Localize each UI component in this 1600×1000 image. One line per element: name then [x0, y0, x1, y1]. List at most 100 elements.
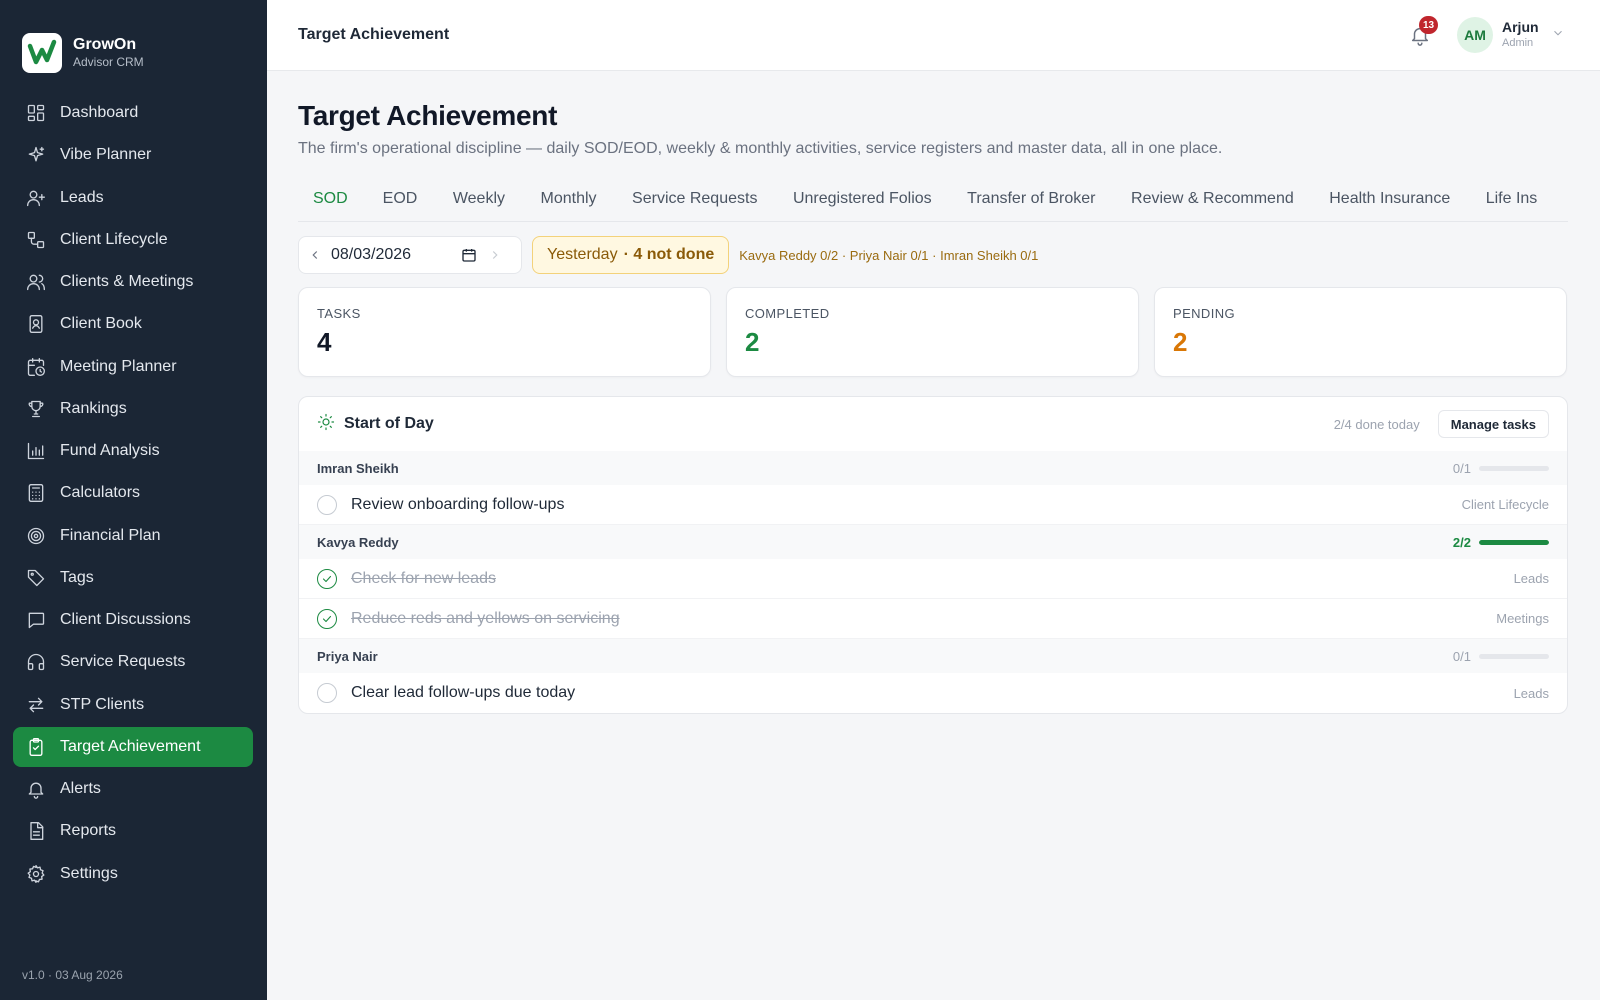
sidebar-item-stp-clients[interactable]: STP Clients — [13, 685, 253, 725]
tab-life-insurance[interactable]: Life Ins — [1486, 180, 1538, 221]
progress-bar — [1479, 653, 1549, 659]
task-row: Check for new leads Leads — [299, 559, 1567, 599]
tab-weekly[interactable]: Weekly — [453, 180, 505, 221]
sidebar-item-financial-plan[interactable]: Financial Plan — [13, 516, 253, 556]
manage-tasks-button[interactable]: Manage tasks — [1437, 410, 1549, 438]
sidebar-item-client-discussions[interactable]: Client Discussions — [13, 600, 253, 640]
sidebar-item-label: Client Lifecycle — [60, 230, 168, 248]
task-checkbox[interactable] — [317, 494, 337, 515]
file-text-icon — [26, 821, 46, 841]
calendar-clock-icon — [26, 357, 46, 377]
sidebar-item-label: Financial Plan — [60, 526, 161, 544]
sidebar-item-tags[interactable]: Tags — [13, 558, 253, 598]
sidebar-nav: Dashboard Vibe Planner Leads Client Life… — [13, 93, 253, 896]
target-icon — [26, 526, 46, 546]
sidebar-item-label: Leads — [60, 188, 104, 206]
tab-monthly[interactable]: Monthly — [541, 180, 597, 221]
task-label: Check for new leads — [351, 569, 496, 587]
date-field[interactable] — [331, 246, 453, 264]
tag-icon — [26, 568, 46, 588]
check-icon — [322, 615, 332, 622]
sidebar-item-settings[interactable]: Settings — [13, 854, 253, 894]
bell-icon — [26, 779, 46, 799]
sidebar-item-clients-meetings[interactable]: Clients & Meetings — [13, 262, 253, 302]
top-bar: Target Achievement 13 AM Arjun Admin — [267, 0, 1600, 71]
sidebar-item-label: Fund Analysis — [60, 442, 160, 459]
sidebar-item-rankings[interactable]: Rankings — [13, 389, 253, 429]
sidebar-item-fund-analysis[interactable]: Fund Analysis — [13, 431, 253, 471]
arrows-icon — [26, 695, 46, 715]
task-category: Meetings — [1496, 611, 1549, 626]
stats-row: TASKS 4 COMPLETED 2 PENDING 2 — [298, 287, 1568, 377]
yesterday-status: · 4 not done — [623, 246, 715, 263]
sun-icon — [317, 413, 335, 436]
task-label: Reduce reds and yellows on servicing — [351, 609, 620, 627]
done-summary: 2/4 done today — [1333, 416, 1420, 432]
sidebar-item-label: Client Book — [60, 315, 142, 333]
next-day-button[interactable] — [479, 237, 511, 273]
sidebar-item-label: Tags — [60, 568, 94, 586]
sidebar-item-client-book[interactable]: Client Book — [13, 304, 253, 344]
sidebar-item-leads[interactable]: Leads — [13, 178, 253, 218]
sidebar-item-client-lifecycle[interactable]: Client Lifecycle — [13, 220, 253, 260]
sidebar-item-target-achievement[interactable]: Target Achievement — [13, 726, 253, 767]
user-plus-icon — [26, 188, 46, 208]
sidebar-item-label: Rankings — [60, 399, 127, 417]
task-label: Clear lead follow-ups due today — [351, 684, 576, 701]
sidebar-item-reports[interactable]: Reports — [13, 811, 253, 851]
user-menu[interactable]: AM Arjun Admin — [1457, 17, 1565, 53]
tab-review-recommend[interactable]: Review & Recommend — [1131, 180, 1294, 221]
yesterday-label: Yesterday — [547, 246, 618, 263]
date-picker — [298, 236, 522, 274]
yesterday-status-badge[interactable]: Yesterday · 4 not done — [532, 236, 730, 274]
sidebar-item-service-requests[interactable]: Service Requests — [13, 642, 253, 682]
sidebar-item-vibe-planner[interactable]: Vibe Planner — [13, 135, 253, 175]
task-row: Review onboarding follow-ups Client Life… — [299, 485, 1567, 525]
group-score: 0/1 — [1452, 648, 1471, 664]
task-checkbox[interactable] — [317, 568, 337, 589]
card-header: Start of Day 2/4 done today Manage tasks — [299, 397, 1567, 451]
sidebar-item-label: Meeting Planner — [60, 357, 177, 375]
sidebar-item-meeting-planner[interactable]: Meeting Planner — [13, 347, 253, 387]
stat-card-completed: COMPLETED 2 — [726, 287, 1139, 377]
brand-name: GrowOn — [73, 36, 137, 53]
task-checkbox[interactable] — [317, 683, 337, 703]
sidebar-item-calculators[interactable]: Calculators — [13, 473, 253, 513]
sidebar-item-label: Alerts — [60, 780, 101, 797]
stat-card-tasks: TASKS 4 — [298, 287, 711, 377]
group-score: 2/2 — [1452, 534, 1471, 550]
check-icon — [322, 575, 332, 582]
tab-health-insurance[interactable]: Health Insurance — [1329, 180, 1450, 221]
calendar-icon[interactable] — [459, 245, 479, 265]
group-header: Kavya Reddy 2/2 — [299, 525, 1567, 559]
gear-icon — [26, 864, 46, 884]
sidebar-item-dashboard[interactable]: Dashboard — [13, 93, 253, 133]
sidebar-item-alerts[interactable]: Alerts — [13, 769, 253, 809]
notifications-button[interactable]: 13 — [1409, 16, 1439, 46]
page-description: The firm's operational discipline — dail… — [298, 140, 1223, 157]
chevron-right-icon — [492, 251, 498, 259]
sidebar-item-label: Dashboard — [60, 104, 139, 121]
user-name: Arjun — [1502, 19, 1539, 35]
sparkle-icon — [26, 145, 46, 165]
grid-icon — [26, 103, 46, 123]
group-name: Imran Sheikh — [317, 460, 399, 476]
tab-sod[interactable]: SOD — [298, 180, 363, 221]
tab-transfer-of-broker[interactable]: Transfer of Broker — [967, 180, 1095, 221]
calculator-icon — [26, 483, 46, 503]
task-category: Leads — [1513, 685, 1549, 701]
tab-unregistered-folios[interactable]: Unregistered Folios — [793, 180, 932, 221]
task-row: Clear lead follow-ups due today Leads — [299, 673, 1567, 713]
group-header: Imran Sheikh 0/1 — [299, 451, 1567, 485]
stat-value: 4 — [317, 327, 332, 357]
chevron-left-icon — [312, 251, 318, 259]
clipboard-check-icon — [26, 737, 46, 757]
previous-day-button[interactable] — [299, 237, 331, 273]
task-checkbox[interactable] — [317, 608, 337, 629]
tab-eod[interactable]: EOD — [383, 180, 418, 221]
tab-service-requests[interactable]: Service Requests — [632, 180, 757, 221]
date-toolbar: Yesterday · 4 not done Kavya Reddy 0/2 ·… — [298, 236, 1568, 274]
users-icon — [26, 272, 46, 292]
progress-fill — [1479, 539, 1549, 545]
brand[interactable]: GrowOn Advisor CRM — [0, 0, 267, 84]
